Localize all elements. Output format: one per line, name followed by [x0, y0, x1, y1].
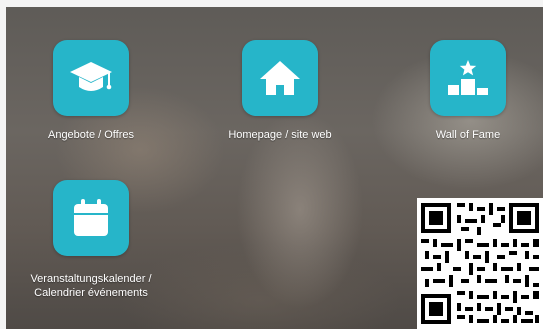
tile-wall-of-fame-button[interactable] [430, 40, 506, 116]
tile-wall-of-fame[interactable]: Wall of Fame [398, 40, 538, 142]
calendar-icon [74, 199, 108, 236]
tile-wall-of-fame-label: Wall of Fame [435, 129, 501, 141]
tile-veranstaltungskalender[interactable]: Veranstaltungskalender / Calendrier évén… [21, 180, 161, 300]
tile-angebote-button[interactable] [53, 40, 129, 116]
left-border [0, 0, 6, 329]
tile-homepage[interactable]: Homepage / site web [210, 40, 350, 142]
qr-code-icon [417, 198, 543, 329]
tile-veranstaltungskalender-label: Veranstaltungskalender / Calendrier évén… [21, 272, 161, 300]
app-screen: Angebote / Offres Homepage / site web Wa… [0, 0, 543, 329]
top-border [0, 0, 543, 7]
graduation-cap-icon [70, 62, 112, 91]
tile-homepage-button[interactable] [242, 40, 318, 116]
qr-code [417, 198, 543, 329]
tile-angebote[interactable]: Angebote / Offres [21, 40, 161, 142]
tile-veranstaltungskalender-button[interactable] [53, 180, 129, 256]
home-icon [260, 61, 300, 95]
tile-veranstaltungskalender-label-line1: Veranstaltungskalender / [30, 273, 152, 285]
tile-angebote-label: Angebote / Offres [47, 129, 135, 141]
tile-veranstaltungskalender-label-line2: Calendrier événements [34, 287, 148, 299]
podium-star-icon [448, 60, 488, 95]
tile-homepage-label: Homepage / site web [228, 129, 332, 141]
